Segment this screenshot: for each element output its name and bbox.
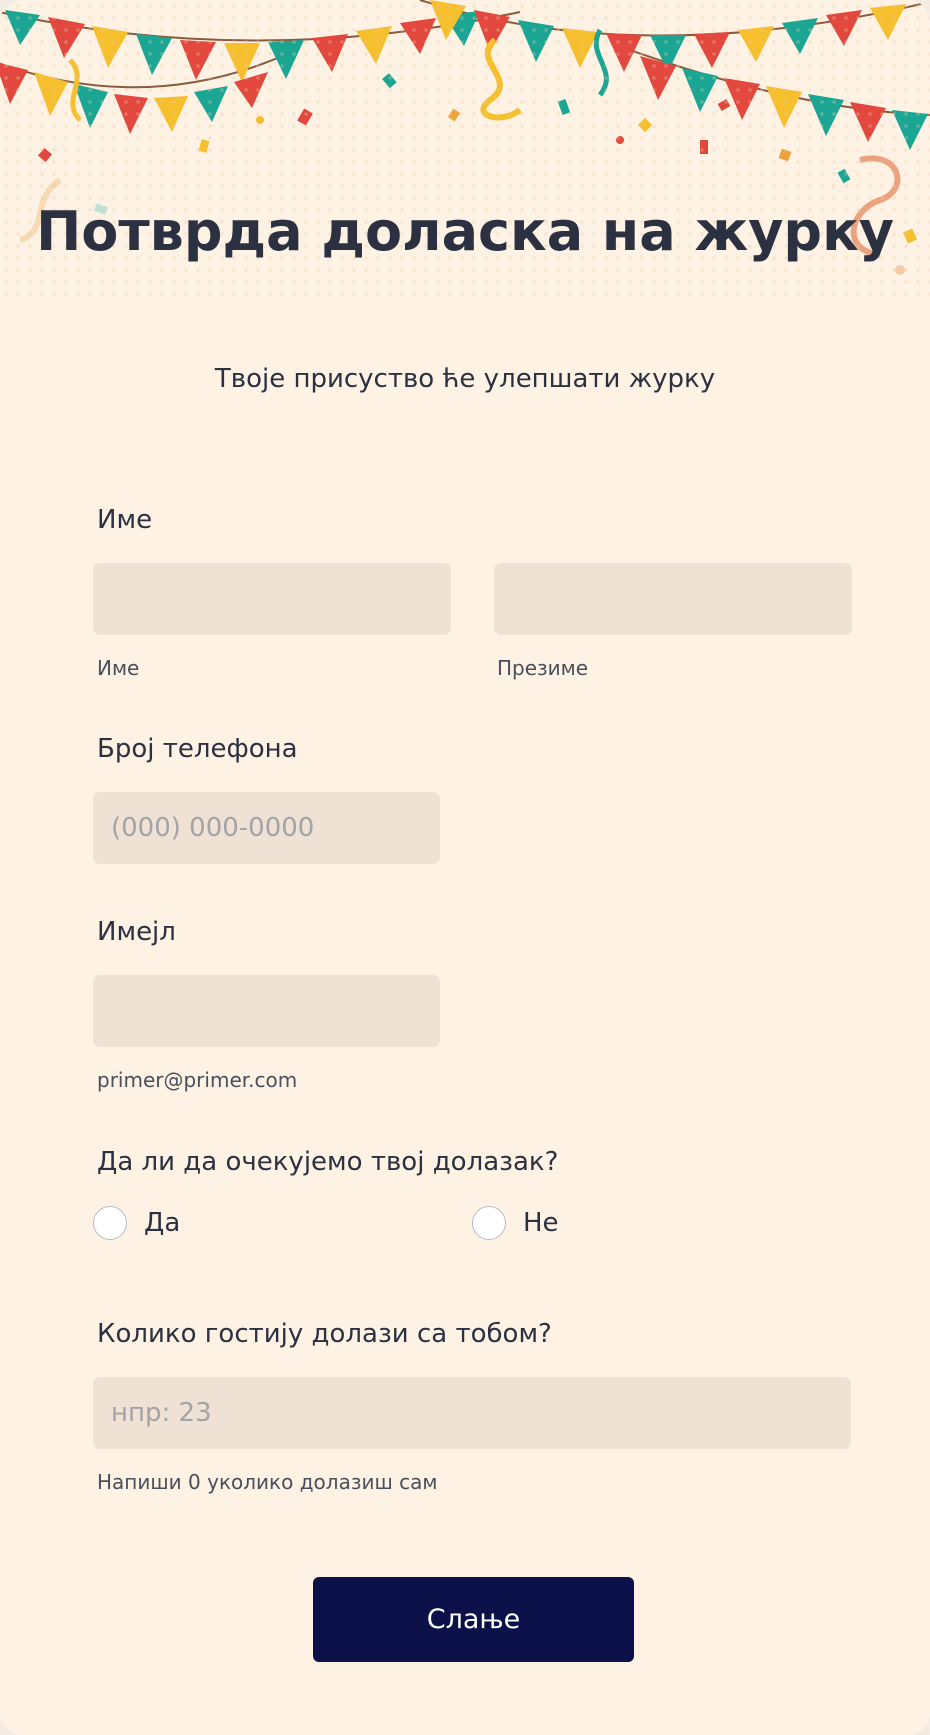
guests-label: Колико гостију долази са тобом? <box>97 1319 552 1349</box>
submit-button[interactable]: Слање <box>313 1577 634 1662</box>
name-label: Име <box>97 505 153 535</box>
email-sublabel: primer@primer.com <box>97 1068 298 1092</box>
phone-label: Број телефона <box>97 734 298 764</box>
email-input[interactable] <box>93 975 440 1047</box>
page-subtitle: Твоје присуство ће улепшати журку <box>214 364 716 394</box>
email-label: Имејл <box>97 917 176 947</box>
radio-yes-label: Да <box>144 1208 181 1238</box>
first-name-sublabel: Име <box>97 656 140 680</box>
radio-yes-circle[interactable] <box>93 1206 127 1240</box>
attendance-no-option[interactable]: Не <box>472 1206 559 1240</box>
guests-input[interactable] <box>93 1377 851 1449</box>
page-title: Потврда доласка на журку <box>36 200 894 263</box>
last-name-input[interactable] <box>494 563 852 635</box>
last-name-sublabel: Презиме <box>497 656 589 680</box>
attendance-label: Да ли да очекујемо твој долазак? <box>97 1147 559 1177</box>
attendance-yes-option[interactable]: Да <box>93 1206 180 1240</box>
radio-no-circle[interactable] <box>472 1206 506 1240</box>
phone-input[interactable] <box>93 792 440 864</box>
first-name-input[interactable] <box>93 563 451 635</box>
form-card: Потврда доласка на журку Твоје присуство… <box>0 0 930 1735</box>
radio-no-label: Не <box>523 1208 559 1238</box>
guests-sublabel: Напиши 0 уколико долазиш сам <box>97 1470 438 1494</box>
